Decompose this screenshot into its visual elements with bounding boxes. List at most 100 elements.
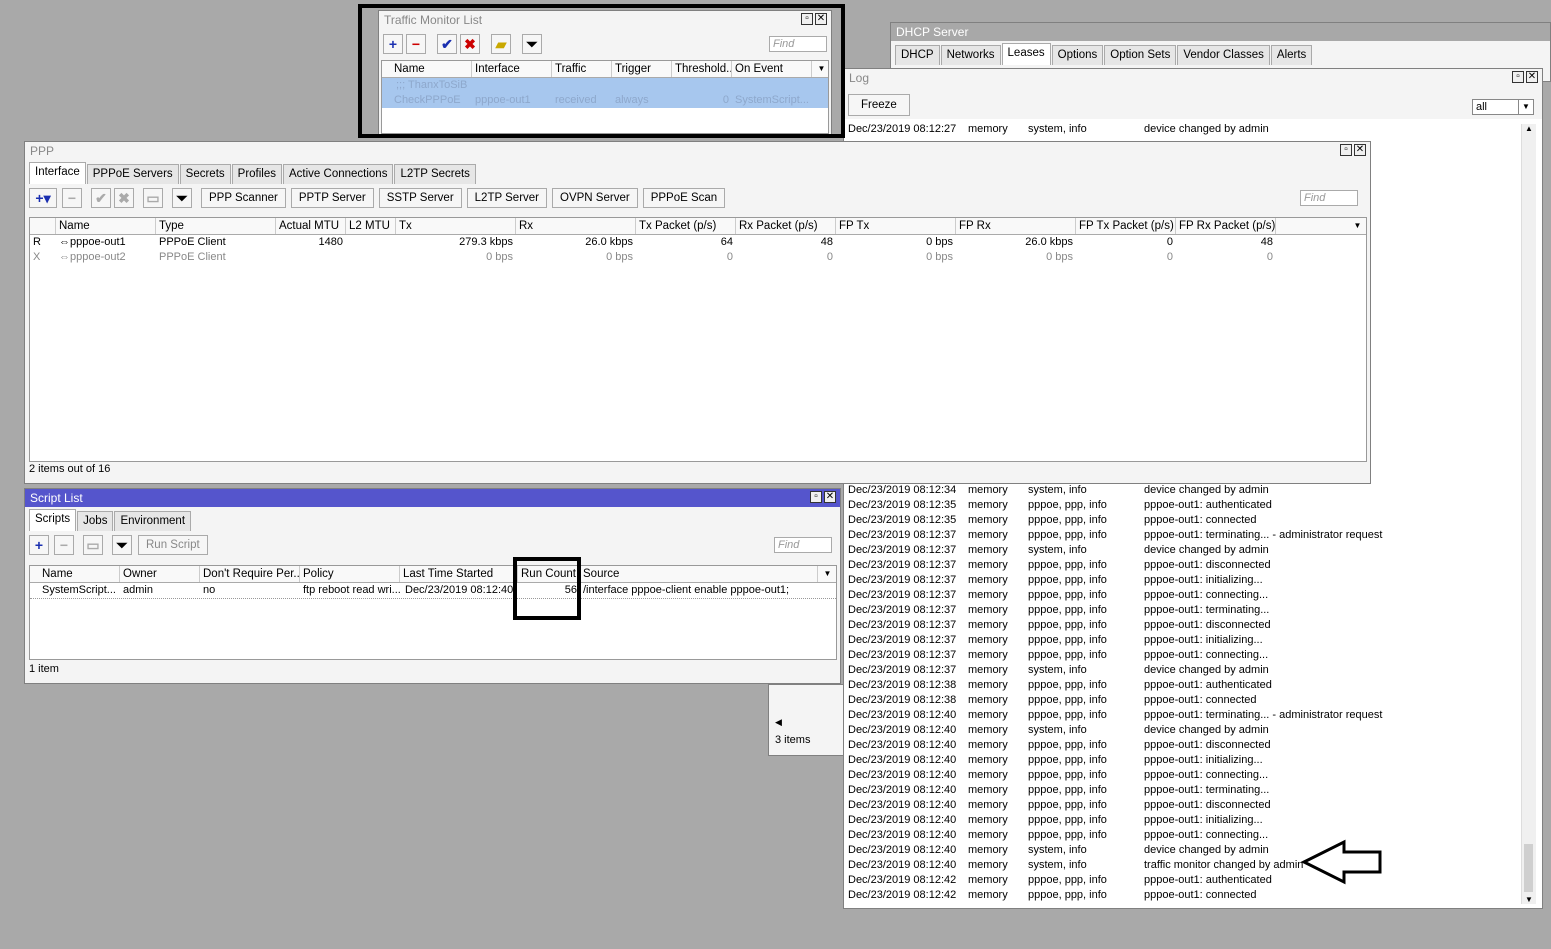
column-header-fp-rx-packet-p-s[interactable]: FP Rx Packet (p/s) bbox=[1176, 218, 1276, 234]
pptp-server-button[interactable]: PPTP Server bbox=[290, 188, 374, 208]
close-icon[interactable]: ✕ bbox=[824, 491, 836, 503]
log-entry[interactable]: Dec/23/2019 08:12:27 memory system, info de… bbox=[848, 122, 1518, 137]
scroll-thumb[interactable] bbox=[1524, 844, 1533, 892]
find-input[interactable]: Find bbox=[1300, 190, 1358, 206]
tab-l2tp-secrets[interactable]: L2TP Secrets bbox=[394, 164, 476, 184]
column-header-type[interactable]: Type bbox=[156, 218, 276, 234]
log-entry[interactable]: Dec/23/2019 08:12:40 memory pppoe, ppp, in… bbox=[848, 768, 1518, 783]
column-header-last-time-started[interactable]: Last Time Started bbox=[400, 566, 518, 582]
column-header-fp-tx-packet-p-s[interactable]: FP Tx Packet (p/s) bbox=[1076, 218, 1176, 234]
ppp-scanner-button[interactable]: PPP Scanner bbox=[201, 188, 286, 208]
column-header-tx-packet-p-s[interactable]: Tx Packet (p/s) bbox=[636, 218, 736, 234]
tab-jobs[interactable]: Jobs bbox=[77, 511, 114, 531]
remove-icon[interactable]: − bbox=[62, 188, 82, 208]
column-header-name[interactable]: Name bbox=[56, 218, 156, 234]
comment-icon[interactable]: ▭ bbox=[143, 188, 163, 208]
filter-icon[interactable]: ⏷ bbox=[112, 535, 132, 555]
log-entry[interactable]: Dec/23/2019 08:12:34 memory system, info de… bbox=[848, 483, 1518, 498]
log-entry[interactable]: Dec/23/2019 08:12:37 memory pppoe, ppp, in… bbox=[848, 528, 1518, 543]
log-entry[interactable]: Dec/23/2019 08:12:40 memory pppoe, ppp, in… bbox=[848, 738, 1518, 753]
restore-icon[interactable]: ▫ bbox=[1340, 144, 1352, 156]
add-icon[interactable]: + bbox=[29, 535, 49, 555]
column-header-fp-tx[interactable]: FP Tx bbox=[836, 218, 956, 234]
log-entry[interactable]: Dec/23/2019 08:12:40 memory system, info de… bbox=[848, 843, 1518, 858]
log-entry[interactable]: Dec/23/2019 08:12:37 memory pppoe, ppp, in… bbox=[848, 573, 1518, 588]
column-header-blank[interactable] bbox=[30, 218, 56, 234]
tab-options[interactable]: Options bbox=[1051, 45, 1104, 65]
ovpn-server-button[interactable]: OVPN Server bbox=[552, 188, 638, 208]
log-entry[interactable]: Dec/23/2019 08:12:37 memory system, info de… bbox=[848, 543, 1518, 558]
log-entry[interactable]: Dec/23/2019 08:12:37 memory pppoe, ppp, in… bbox=[848, 558, 1518, 573]
log-entry[interactable]: Dec/23/2019 08:12:40 memory pppoe, ppp, in… bbox=[848, 708, 1518, 723]
log-entry[interactable]: Dec/23/2019 08:12:38 memory pppoe, ppp, in… bbox=[848, 678, 1518, 693]
log-filter-select[interactable]: all ▼ bbox=[1472, 99, 1534, 115]
pppoe-scan-button[interactable]: PPPoE Scan bbox=[642, 188, 726, 208]
comment-icon[interactable]: ▭ bbox=[83, 535, 103, 555]
tab-secrets[interactable]: Secrets bbox=[179, 164, 231, 184]
tab-option-sets[interactable]: Option Sets bbox=[1104, 45, 1177, 65]
log-entry[interactable]: Dec/23/2019 08:12:40 memory pppoe, ppp, in… bbox=[848, 828, 1518, 843]
column-header-rx-packet-p-s[interactable]: Rx Packet (p/s) bbox=[736, 218, 836, 234]
tab-active-connections[interactable]: Active Connections bbox=[283, 164, 394, 184]
close-icon[interactable]: ✕ bbox=[1526, 71, 1538, 83]
close-icon[interactable]: ✕ bbox=[1354, 144, 1366, 156]
tab-interface[interactable]: Interface bbox=[29, 162, 86, 184]
scroll-left-icon[interactable]: ◀ bbox=[775, 717, 782, 728]
column-menu-icon[interactable]: ▼ bbox=[818, 566, 834, 582]
log-entry[interactable]: Dec/23/2019 08:12:40 memory pppoe, ppp, in… bbox=[848, 783, 1518, 798]
log-entry[interactable]: Dec/23/2019 08:12:42 memory pppoe, ppp, in… bbox=[848, 888, 1518, 903]
column-header-rx[interactable]: Rx bbox=[516, 218, 636, 234]
enable-icon[interactable]: ✔ bbox=[91, 188, 111, 208]
log-entry[interactable]: Dec/23/2019 08:12:35 memory pppoe, ppp, in… bbox=[848, 498, 1518, 513]
table-row[interactable]: SystemScript... admin no ftp reboot read… bbox=[30, 583, 836, 599]
table-row[interactable]: X ⇔pppoe-out2 PPPoE Client 0 bps 0 bps 0 0 0 bp… bbox=[30, 250, 1366, 265]
remove-icon[interactable]: − bbox=[54, 535, 74, 555]
sstp-server-button[interactable]: SSTP Server bbox=[378, 188, 462, 208]
restore-icon[interactable]: ▫ bbox=[810, 491, 822, 503]
add-icon[interactable]: +▾ bbox=[29, 188, 57, 208]
log-entry[interactable]: Dec/23/2019 08:12:37 memory pppoe, ppp, in… bbox=[848, 603, 1518, 618]
log-entry[interactable]: Dec/23/2019 08:12:38 memory pppoe, ppp, in… bbox=[848, 693, 1518, 708]
log-scrollbar[interactable]: ▲ ▼ bbox=[1521, 124, 1536, 904]
freeze-button[interactable]: Freeze bbox=[848, 94, 910, 116]
table-row[interactable]: R ⇔pppoe-out1 PPPoE Client 1480 279.3 kbps 26… bbox=[30, 235, 1366, 250]
column-header-l2-mtu[interactable]: L2 MTU bbox=[346, 218, 396, 234]
tab-leases[interactable]: Leases bbox=[1001, 43, 1051, 65]
tab-environment[interactable]: Environment bbox=[114, 511, 192, 531]
l2tp-server-button[interactable]: L2TP Server bbox=[466, 188, 548, 208]
column-header-don-t-require-per[interactable]: Don't Require Per... bbox=[200, 566, 300, 582]
scroll-up-icon[interactable]: ▲ bbox=[1522, 124, 1536, 133]
tab-alerts[interactable]: Alerts bbox=[1270, 45, 1313, 65]
log-entry[interactable]: Dec/23/2019 08:12:37 memory system, info de… bbox=[848, 663, 1518, 678]
log-entry[interactable]: Dec/23/2019 08:12:42 memory pppoe, ppp, in… bbox=[848, 873, 1518, 888]
log-entry[interactable]: Dec/23/2019 08:12:40 memory pppoe, ppp, in… bbox=[848, 798, 1518, 813]
column-header-actual-mtu[interactable]: Actual MTU bbox=[276, 218, 346, 234]
log-entry[interactable]: Dec/23/2019 08:12:40 memory pppoe, ppp, in… bbox=[848, 813, 1518, 828]
log-entry[interactable]: Dec/23/2019 08:12:37 memory pppoe, ppp, in… bbox=[848, 588, 1518, 603]
filter-icon[interactable]: ⏷ bbox=[172, 188, 192, 208]
run-script-button[interactable]: Run Script bbox=[138, 535, 208, 555]
tab-pppoe-servers[interactable]: PPPoE Servers bbox=[86, 164, 179, 184]
log-entry[interactable]: Dec/23/2019 08:12:37 memory pppoe, ppp, in… bbox=[848, 633, 1518, 648]
scroll-down-icon[interactable]: ▼ bbox=[1522, 895, 1536, 904]
tab-networks[interactable]: Networks bbox=[940, 45, 1001, 65]
tab-vendor-classes[interactable]: Vendor Classes bbox=[1177, 45, 1270, 65]
column-header-owner[interactable]: Owner bbox=[120, 566, 200, 582]
log-entry[interactable]: Dec/23/2019 08:12:40 memory pppoe, ppp, in… bbox=[848, 753, 1518, 768]
log-entry[interactable]: Dec/23/2019 08:12:37 memory pppoe, ppp, in… bbox=[848, 648, 1518, 663]
tab-profiles[interactable]: Profiles bbox=[231, 164, 283, 184]
find-input[interactable]: Find bbox=[774, 537, 832, 553]
log-entry[interactable]: Dec/23/2019 08:12:40 memory system, info de… bbox=[848, 723, 1518, 738]
column-header-source[interactable]: Source bbox=[580, 566, 818, 582]
column-header-name[interactable]: Name bbox=[30, 566, 120, 582]
tab-scripts[interactable]: Scripts bbox=[29, 509, 77, 531]
log-entry[interactable]: Dec/23/2019 08:12:40 memory system, info tr… bbox=[848, 858, 1518, 873]
column-header-policy[interactable]: Policy bbox=[300, 566, 400, 582]
log-entry[interactable]: Dec/23/2019 08:12:37 memory pppoe, ppp, in… bbox=[848, 618, 1518, 633]
log-entry[interactable]: Dec/23/2019 08:12:35 memory pppoe, ppp, in… bbox=[848, 513, 1518, 528]
column-menu-icon[interactable]: ▼ bbox=[1346, 218, 1366, 234]
tab-dhcp[interactable]: DHCP bbox=[895, 45, 940, 65]
restore-icon[interactable]: ▫ bbox=[1512, 71, 1524, 83]
column-header-fp-rx[interactable]: FP Rx bbox=[956, 218, 1076, 234]
column-header-tx[interactable]: Tx bbox=[396, 218, 516, 234]
